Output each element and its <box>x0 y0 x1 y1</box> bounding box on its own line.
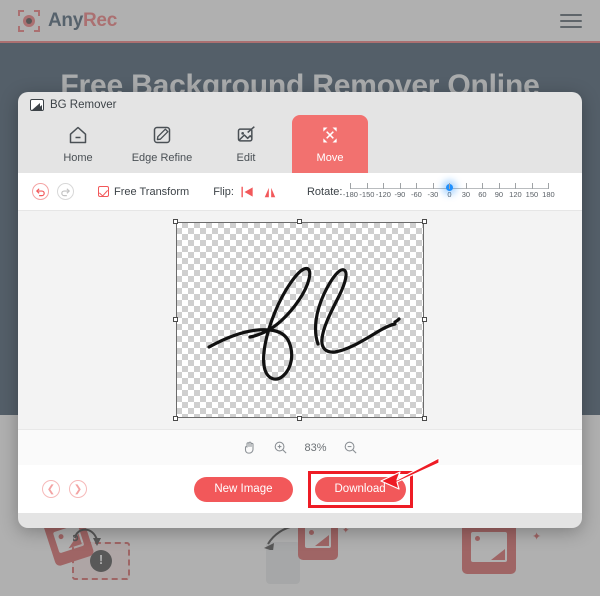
image-icon <box>30 99 44 111</box>
footer-actions: New Image Download <box>18 456 582 508</box>
slider-tick <box>531 182 533 189</box>
slider-tick-label: -30 <box>427 189 439 199</box>
slider-tick <box>432 182 434 189</box>
free-transform-toggle[interactable]: Free Transform <box>98 186 189 198</box>
slider-tick <box>482 182 484 189</box>
rotate-label: Rotate: <box>306 185 343 198</box>
download-button[interactable]: Download <box>314 476 406 502</box>
transform-toolbar: Free Transform Flip: Rotate: -180 -150 -12… <box>18 173 582 211</box>
hand-icon[interactable] <box>242 440 257 455</box>
tab-move[interactable]: Move <box>292 115 368 173</box>
slider-tick <box>350 182 352 189</box>
rotate-slider[interactable]: -180 -150 -120 -90 -60 -30 0 30 60 90 120 150 180 <box>343 179 555 205</box>
slider-tick-label: 180 <box>542 189 555 199</box>
image-edit-icon <box>237 125 255 142</box>
zoom-level-label: 83% <box>304 441 327 454</box>
flip-vertical-icon[interactable] <box>263 185 277 199</box>
home-icon <box>69 126 87 143</box>
slider-tick-label: -180 <box>342 189 358 199</box>
redo-arrow-icon[interactable] <box>57 183 74 200</box>
new-image-button[interactable]: New Image <box>194 476 293 502</box>
flip-label: Flip: <box>213 185 234 198</box>
resize-handle[interactable] <box>297 416 302 421</box>
slider-tick <box>449 182 451 189</box>
tab-edit[interactable]: Edit <box>208 115 284 173</box>
pen-edit-icon <box>153 126 171 143</box>
slider-tick <box>366 182 368 189</box>
screenshot-root: AnyRec Free Background Remover Online <box>0 0 600 596</box>
bg-remover-modal: BG Remover Home Edge Refine Edit Move Fr… <box>18 92 582 528</box>
slider-tick <box>383 182 385 189</box>
slider-tick <box>498 182 500 189</box>
image-frame[interactable] <box>173 219 427 421</box>
resize-handle[interactable] <box>422 219 427 224</box>
slider-tick-label: -150 <box>359 189 375 199</box>
image-canvas[interactable] <box>18 211 582 429</box>
slider-tick-label: 120 <box>509 189 522 199</box>
slider-tick <box>416 182 418 189</box>
slider-tick <box>515 182 517 189</box>
slider-tick-label: -120 <box>375 189 391 199</box>
slider-tick-label: 150 <box>525 189 539 199</box>
zoom-in-icon[interactable] <box>273 440 288 455</box>
resize-handle[interactable] <box>297 219 302 224</box>
undo-arrow-icon[interactable] <box>32 183 49 200</box>
zoom-toolbar: 83% <box>18 429 582 465</box>
checkbox-icon[interactable] <box>98 186 109 197</box>
slider-tick-label: -60 <box>411 189 422 199</box>
slider-tick-label: -90 <box>394 189 406 199</box>
slider-tick <box>399 182 401 189</box>
slider-tick <box>465 182 467 189</box>
slider-tick-label: 90 <box>494 189 504 199</box>
tab-edge-refine[interactable]: Edge Refine <box>124 115 200 173</box>
modal-title-label: BG Remover <box>50 99 117 111</box>
slider-tick-labels: -180 -150 -120 -90 -60 -30 0 30 60 90 120 150 180 <box>343 189 555 202</box>
resize-handle[interactable] <box>422 416 427 421</box>
resize-handle[interactable] <box>173 317 178 322</box>
slider-tick <box>548 182 550 189</box>
free-transform-label: Free Transform <box>114 185 190 198</box>
selection-box <box>176 222 424 418</box>
slider-tick-label: 60 <box>478 189 487 199</box>
tab-label: Home <box>63 151 93 164</box>
zoom-out-icon[interactable] <box>343 440 358 455</box>
tab-label: Move <box>316 151 344 164</box>
move-arrows-icon <box>323 127 337 142</box>
resize-handle[interactable] <box>173 219 178 224</box>
resize-handle[interactable] <box>173 416 178 421</box>
tab-home[interactable]: Home <box>40 115 116 173</box>
modal-footer: ❮ ❯ New Image Download <box>18 456 582 513</box>
tab-label: Edge Refine <box>131 151 193 164</box>
modal-title-bar: BG Remover <box>18 92 582 115</box>
resize-handle[interactable] <box>422 317 427 322</box>
flip-horizontal-icon[interactable] <box>241 185 255 199</box>
slider-tick-label: 30 <box>461 189 471 199</box>
tab-label: Edit <box>236 151 256 164</box>
download-wrapper: Download <box>307 456 440 508</box>
tab-bar: Home Edge Refine Edit Move <box>18 115 582 173</box>
